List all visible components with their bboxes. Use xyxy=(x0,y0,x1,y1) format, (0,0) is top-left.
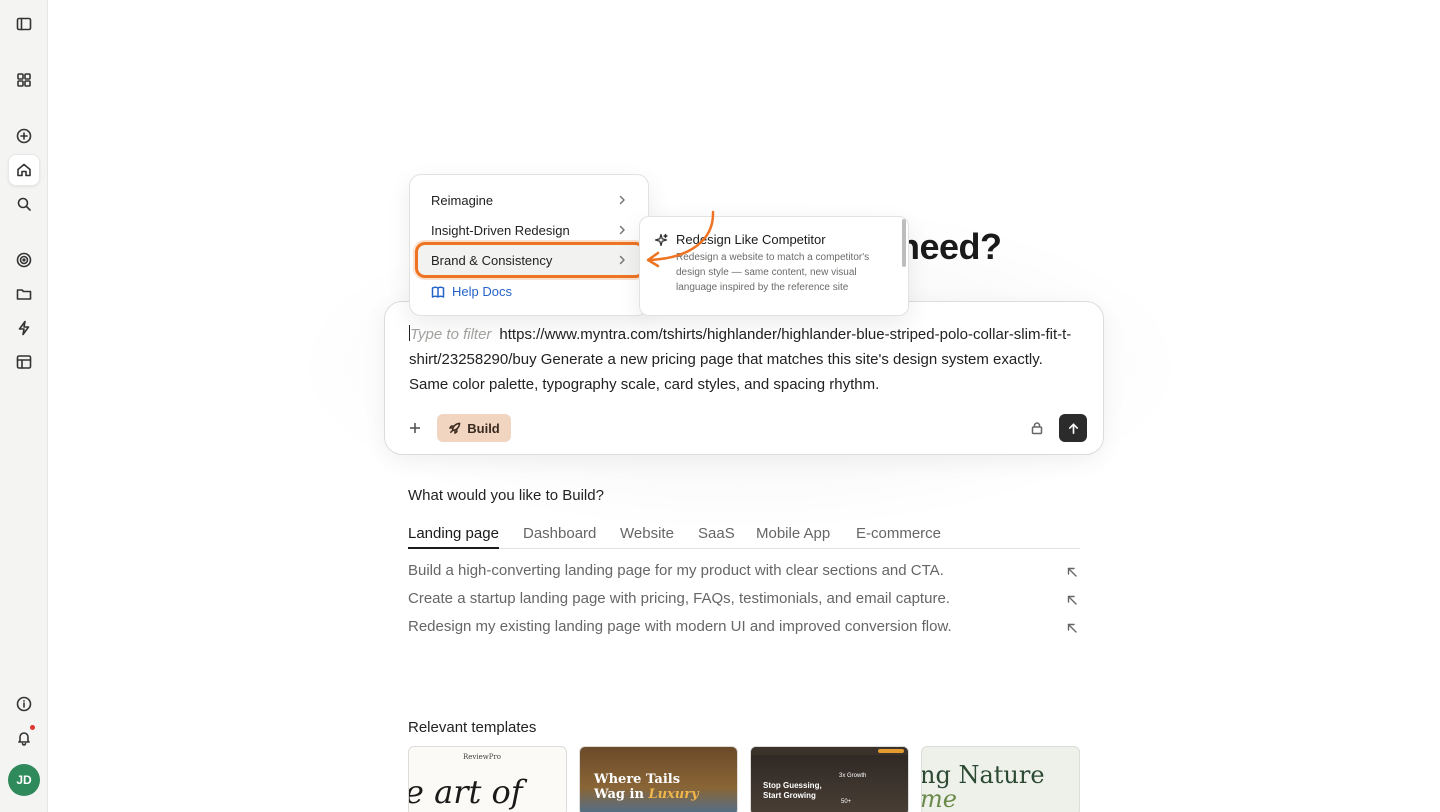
home-icon[interactable] xyxy=(8,154,40,186)
rocket-icon xyxy=(449,422,461,434)
submenu-brand-consistency: Redesign Like Competitor Redesign a webs… xyxy=(639,216,909,316)
tab-mobile-app[interactable]: Mobile App xyxy=(756,525,830,549)
suggestion-item[interactable]: Redesign my existing landing page with m… xyxy=(408,618,1080,640)
arrow-up-left-icon xyxy=(1066,593,1080,607)
suggestion-text: Create a startup landing page with prici… xyxy=(408,590,950,607)
build-mode-label: Build xyxy=(467,420,500,436)
template-card[interactable]: ng Nature me xyxy=(921,746,1080,812)
menu-item-insight-driven-redesign[interactable]: Insight-Driven Redesign xyxy=(418,215,642,245)
page-headline: need? xyxy=(898,226,1002,267)
prompt-input[interactable]: Type to filter https://www.myntra.com/tsh… xyxy=(409,322,1081,397)
tab-saas[interactable]: SaaS xyxy=(698,525,735,549)
send-button[interactable] xyxy=(1059,414,1087,442)
tab-website[interactable]: Website xyxy=(620,525,674,549)
template-headline-accent: Luxury xyxy=(648,787,699,802)
suggestion-item[interactable]: Create a startup landing page with prici… xyxy=(408,590,1080,612)
template-headline: Stop Guessing, Start Growing xyxy=(763,781,822,800)
lightning-icon[interactable] xyxy=(8,312,40,344)
template-brand: ReviewPro xyxy=(463,753,502,761)
lock-icon[interactable] xyxy=(1027,418,1047,438)
sidebar: JD xyxy=(0,0,48,812)
command-menu: Reimagine Insight-Driven Redesign Brand … xyxy=(409,174,649,316)
chevron-right-icon xyxy=(616,254,628,266)
arrow-up-left-icon xyxy=(1066,621,1080,635)
category-tabs: Landing page Dashboard Website SaaS Mobi… xyxy=(408,522,1080,549)
templates-title: Relevant templates xyxy=(408,719,537,736)
template-card[interactable]: Where Tails Wag in Luxury xyxy=(579,746,738,812)
build-mode-button[interactable]: Build xyxy=(437,414,511,442)
suggestion-text: Redesign my existing landing page with m… xyxy=(408,618,952,635)
template-card[interactable]: ReviewPro e art of xyxy=(408,746,567,812)
suggestion-text: Build a high-converting landing page for… xyxy=(408,562,944,579)
template-card[interactable]: Stop Guessing, Start Growing 3x Growth 5… xyxy=(750,746,909,812)
build-question: What would you like to Build? xyxy=(408,487,604,504)
arrow-up-icon xyxy=(1068,422,1078,434)
suggestion-item[interactable]: Build a high-converting landing page for… xyxy=(408,562,1080,584)
book-icon xyxy=(431,286,445,298)
attach-plus-icon[interactable] xyxy=(405,418,425,438)
chevron-right-icon xyxy=(616,194,628,206)
template-headline: Wag in xyxy=(594,787,644,802)
help-docs-label: Help Docs xyxy=(452,284,512,299)
menu-item-reimagine[interactable]: Reimagine xyxy=(418,185,642,215)
notification-dot xyxy=(30,725,35,730)
search-icon[interactable] xyxy=(8,188,40,220)
info-icon[interactable] xyxy=(8,688,40,720)
template-headline: me xyxy=(921,785,957,812)
menu-item-brand-consistency[interactable]: Brand & Consistency xyxy=(415,242,645,278)
template-headline: e art of xyxy=(408,773,523,811)
template-stat: 50+ xyxy=(841,799,852,805)
bell-icon[interactable] xyxy=(8,722,40,754)
template-nav xyxy=(751,747,908,755)
target-icon[interactable] xyxy=(8,244,40,276)
plus-circle-icon[interactable] xyxy=(8,120,40,152)
menu-item-label: Reimagine xyxy=(431,192,494,208)
template-stat: 3x Growth xyxy=(839,773,867,779)
help-docs-link[interactable]: Help Docs xyxy=(431,284,512,299)
filter-placeholder: Type to filter xyxy=(410,326,492,343)
tab-e-commerce[interactable]: E-commerce xyxy=(856,525,941,549)
menu-item-label: Insight-Driven Redesign xyxy=(431,222,570,238)
submenu-scrollbar[interactable] xyxy=(902,219,906,267)
prompt-text: https://www.myntra.com/tshirts/highlande… xyxy=(409,326,1072,393)
template-headline: Where Tails xyxy=(594,772,681,787)
sparkle-icon xyxy=(654,233,668,247)
layout-icon[interactable] xyxy=(8,346,40,378)
apps-grid-icon[interactable] xyxy=(8,64,40,96)
template-nav-button xyxy=(878,749,904,753)
arrow-up-left-icon xyxy=(1066,565,1080,579)
folder-icon[interactable] xyxy=(8,278,40,310)
tab-dashboard[interactable]: Dashboard xyxy=(523,525,596,549)
prompt-composer: Type to filter https://www.myntra.com/tsh… xyxy=(384,301,1104,455)
submenu-item-description: Redesign a website to match a competitor… xyxy=(676,252,870,293)
chevron-right-icon xyxy=(616,224,628,236)
sidebar-toggle-icon[interactable] xyxy=(8,8,40,40)
submenu-item-title: Redesign Like Competitor xyxy=(676,232,826,247)
tab-landing-page[interactable]: Landing page xyxy=(408,525,499,549)
avatar[interactable]: JD xyxy=(8,764,40,796)
menu-item-label: Brand & Consistency xyxy=(431,252,553,268)
